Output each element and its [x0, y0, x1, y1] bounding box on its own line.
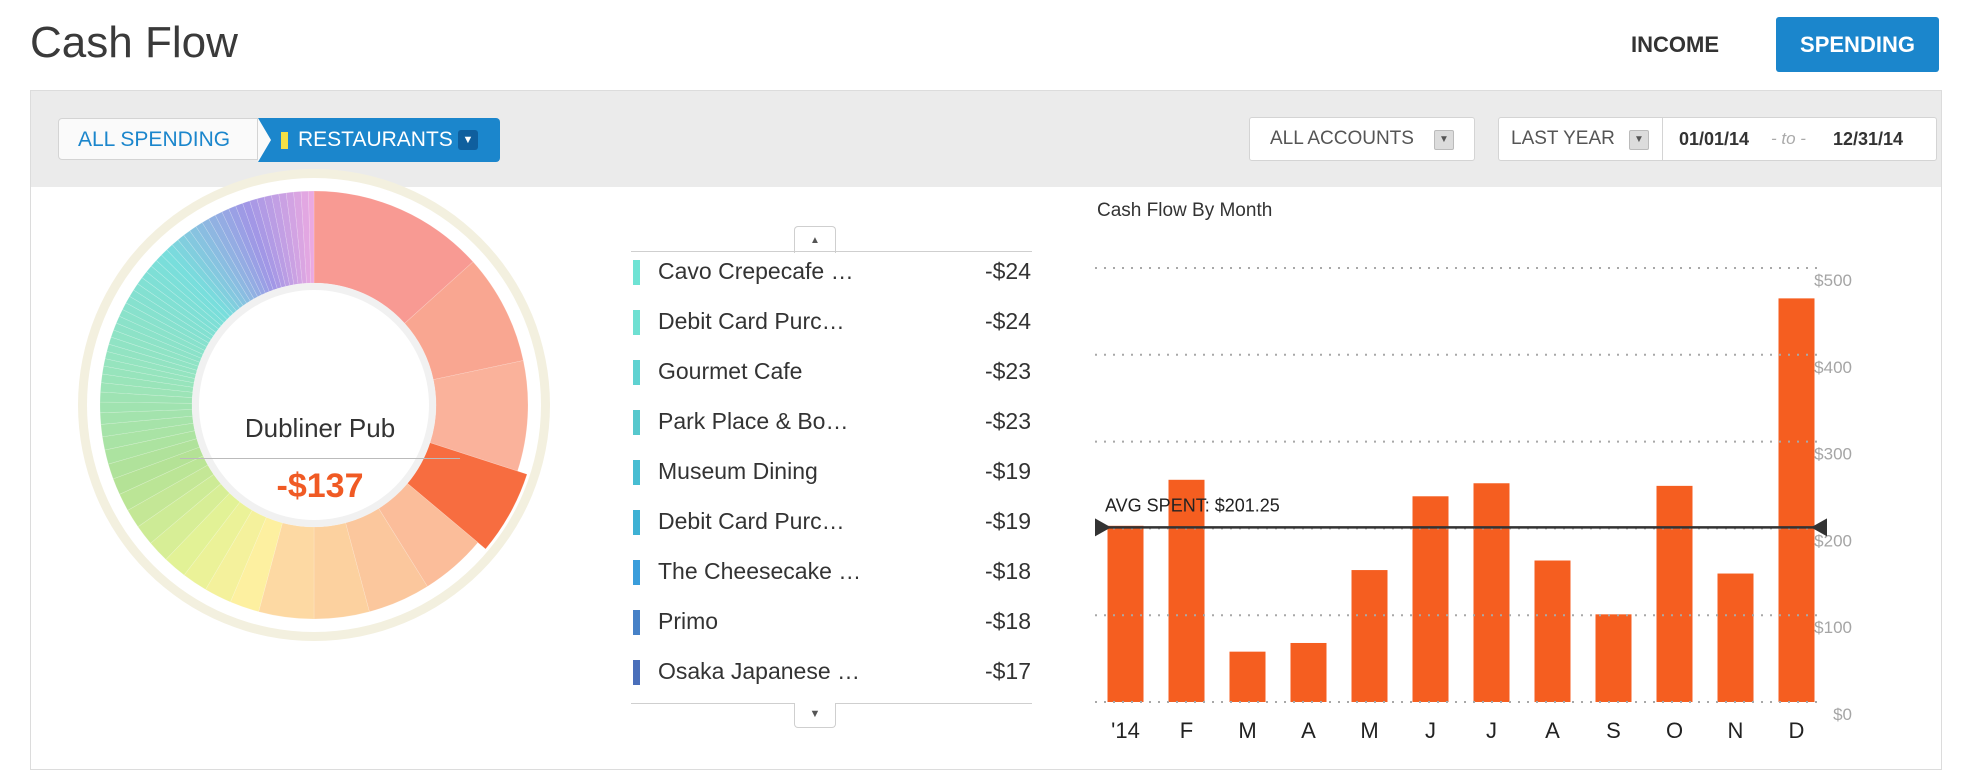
merchant-color-swatch [633, 410, 640, 435]
x-tick-label: J [1486, 718, 1497, 743]
bar[interactable] [1717, 573, 1754, 702]
merchant-color-swatch [633, 510, 640, 535]
merchant-item[interactable]: Museum Dining -$19 [633, 458, 1031, 508]
merchant-amount: -$24 [984, 308, 1031, 334]
merchant-item[interactable]: Park Place & Bo… -$23 [633, 408, 1031, 458]
selected-merchant-amount: -$137 [276, 467, 364, 505]
merchant-item[interactable]: Cavo Crepecafe … -$24 [633, 258, 1031, 308]
bar[interactable] [1595, 614, 1632, 702]
merchant-name: Debit Card Purc… [658, 308, 845, 334]
merchant-name: Museum Dining [658, 458, 818, 484]
period-select[interactable]: LAST YEAR ▼ [1498, 117, 1663, 161]
date-from[interactable]: 01/01/14 [1679, 118, 1749, 160]
merchant-amount: -$19 [984, 508, 1031, 534]
merchant-amount: -$23 [984, 358, 1031, 384]
chevron-down-icon[interactable]: ▼ [1434, 130, 1454, 150]
x-tick-label: F [1180, 718, 1193, 743]
y-tick-label: $200 [1814, 531, 1852, 550]
merchant-item[interactable]: Primo -$18 [633, 608, 1031, 658]
scroll-up-button[interactable]: ▲ [794, 226, 836, 253]
merchant-color-swatch [633, 560, 640, 585]
accounts-select-value: ALL ACCOUNTS [1270, 128, 1414, 149]
merchant-amount: -$18 [984, 558, 1031, 584]
merchant-item[interactable]: Debit Card Purc… -$24 [633, 308, 1031, 358]
merchant-name: Park Place & Bo… [658, 408, 849, 434]
breadcrumb-all-spending[interactable]: ALL SPENDING [58, 118, 258, 160]
merchant-name: Gourmet Cafe [658, 358, 803, 384]
merchant-amount: -$19 [984, 458, 1031, 484]
merchant-color-swatch [633, 260, 640, 285]
category-color-swatch [281, 132, 288, 149]
merchant-amount: -$17 [984, 658, 1031, 684]
divider [180, 458, 460, 459]
merchant-name: Osaka Japanese … [658, 658, 858, 684]
x-tick-label: A [1545, 718, 1560, 743]
chevron-down-icon[interactable]: ▼ [1629, 130, 1649, 150]
y-tick-label: $0 [1833, 705, 1852, 724]
date-range-field[interactable]: 01/01/14 - to - 12/31/14 [1662, 117, 1937, 161]
bar[interactable] [1351, 570, 1388, 702]
merchant-name: Primo [658, 608, 719, 634]
x-tick-label: M [1238, 718, 1256, 743]
bar[interactable] [1473, 483, 1510, 702]
merchant-amount: -$18 [984, 608, 1031, 634]
bar[interactable] [1656, 485, 1693, 702]
selected-merchant-name: Dubliner Pub [244, 413, 396, 443]
merchant-color-swatch [633, 310, 640, 335]
spending-donut-chart[interactable] [75, 166, 553, 644]
page-title: Cash Flow [30, 18, 238, 67]
scroll-down-button[interactable]: ▼ [794, 703, 836, 728]
bar[interactable] [1778, 298, 1815, 702]
merchant-color-swatch [633, 660, 640, 685]
y-tick-label: $100 [1814, 618, 1852, 637]
breadcrumb-current-label: RESTAURANTS [298, 128, 453, 151]
breadcrumb-separator [258, 118, 271, 162]
x-tick-label: D [1789, 718, 1805, 743]
tab-income[interactable]: INCOME [1600, 17, 1750, 72]
merchant-name: Cavo Crepecafe … [658, 258, 854, 284]
y-tick-label: $500 [1814, 271, 1852, 290]
merchant-name: Debit Card Purc… [658, 508, 845, 534]
date-separator: - to - [1771, 129, 1806, 148]
merchant-amount: -$23 [984, 408, 1031, 434]
merchant-item[interactable]: The Cheesecake … -$18 [633, 558, 1031, 608]
average-label: AVG SPENT: $201.25 [1105, 495, 1280, 515]
chart-title: Cash Flow By Month [1097, 200, 1273, 221]
divider [631, 251, 1032, 252]
y-tick-label: $400 [1814, 358, 1852, 377]
merchant-name: The Cheesecake … [658, 558, 858, 584]
chevron-down-icon[interactable]: ▼ [458, 130, 478, 150]
merchant-color-swatch [633, 460, 640, 485]
bar[interactable] [1107, 525, 1144, 702]
merchant-item[interactable]: Gourmet Cafe -$23 [633, 358, 1031, 408]
tab-spending[interactable]: SPENDING [1776, 17, 1939, 72]
monthly-bar-chart: $0 $100 $200 $300 $400 $500 AVG SPENT: $201.25… [1095, 267, 1852, 743]
x-tick-label: M [1360, 718, 1378, 743]
merchant-color-swatch [633, 610, 640, 635]
merchant-color-swatch [633, 360, 640, 385]
bar[interactable] [1534, 560, 1571, 702]
accounts-select[interactable]: ALL ACCOUNTS ▼ [1249, 117, 1475, 161]
x-tick-label: O [1666, 718, 1683, 743]
x-tick-label: J [1425, 718, 1436, 743]
y-tick-label: $300 [1814, 445, 1852, 464]
x-tick-label: A [1301, 718, 1316, 743]
merchant-item[interactable]: Osaka Japanese … -$17 [633, 658, 1031, 708]
date-to[interactable]: 12/31/14 [1833, 118, 1903, 160]
donut-center-label: Dubliner Pub -$137 [180, 413, 460, 506]
x-tick-label: S [1606, 718, 1621, 743]
period-select-value: LAST YEAR [1511, 128, 1615, 149]
breadcrumb-current-category[interactable]: RESTAURANTS ▼ [258, 118, 500, 162]
merchant-amount: -$24 [984, 258, 1031, 284]
merchant-item[interactable]: Debit Card Purc… -$19 [633, 508, 1031, 558]
bar[interactable] [1229, 651, 1266, 702]
bar[interactable] [1290, 642, 1327, 702]
x-tick-label: N [1728, 718, 1744, 743]
x-tick-label: '14 [1111, 718, 1140, 743]
merchant-list: Cavo Crepecafe … -$24 Debit Card Purc… -$24… [633, 258, 1031, 708]
